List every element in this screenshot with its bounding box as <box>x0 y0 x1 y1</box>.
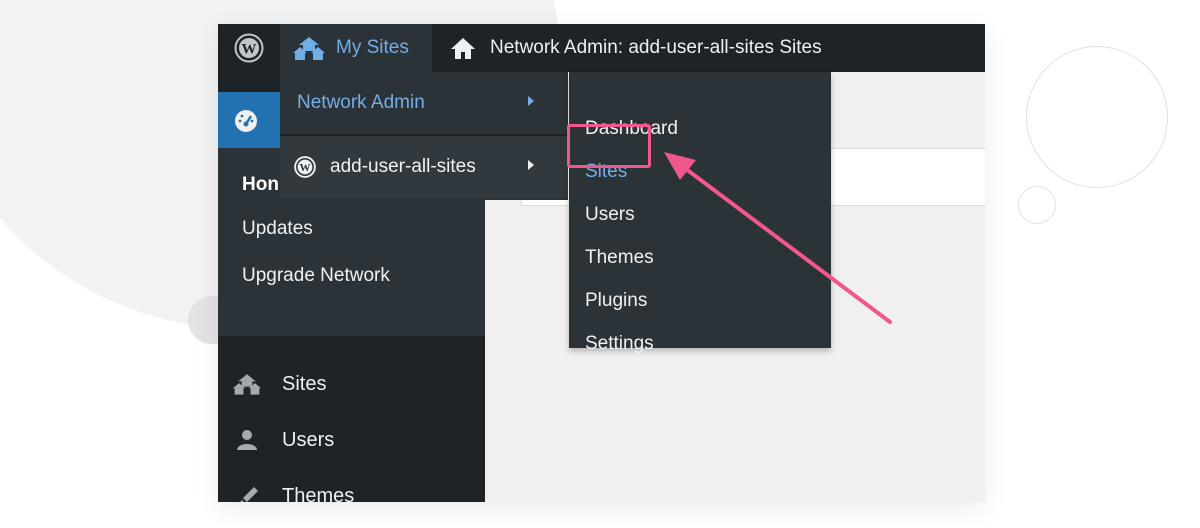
svg-text:W: W <box>242 42 257 58</box>
menu-item-label: Network Admin <box>297 92 425 113</box>
my-sites-dropdown: Network Admin W add-user-all-sites <box>280 72 568 200</box>
submenu-item-settings[interactable]: Settings <box>585 333 654 355</box>
wordpress-logo-icon: W <box>234 33 264 63</box>
svg-text:W: W <box>300 162 311 174</box>
sidebar-item-label: Sites <box>282 372 327 395</box>
menu-item-label: add-user-all-sites <box>330 156 476 177</box>
paintbrush-icon <box>232 481 262 502</box>
menu-item-network-admin[interactable]: Network Admin <box>280 72 568 134</box>
dashboard-gauge-icon <box>235 110 257 132</box>
submenu-item-plugins[interactable]: Plugins <box>585 290 647 312</box>
submenu-arrow-icon <box>528 96 534 106</box>
my-sites-label: My Sites <box>336 37 409 58</box>
network-admin-submenu: Dashboard Sites Users Themes Plugins Set… <box>569 72 831 354</box>
submenu-arrow-icon <box>528 160 534 170</box>
sidebar-item-themes[interactable]: Themes <box>218 474 485 502</box>
user-icon <box>232 425 262 455</box>
sites-highlight-box <box>567 124 651 168</box>
decorative-ring-small <box>1018 186 1056 224</box>
sidebar-item-label: Themes <box>282 484 355 503</box>
wp-logo-button[interactable]: W <box>218 24 280 72</box>
sidebar-item-home[interactable]: Hon <box>242 174 279 196</box>
submenu-item-users[interactable]: Users <box>585 204 635 226</box>
admin-bar: W My Sites Network Admin: add-user-all-s… <box>218 24 985 72</box>
sidebar-item-users[interactable]: Users <box>218 418 485 462</box>
submenu-item-themes[interactable]: Themes <box>585 247 654 269</box>
multisite-houses-icon <box>232 369 262 399</box>
wordpress-logo-icon: W <box>294 156 316 178</box>
wordpress-admin-screenshot: W My Sites Network Admin: add-user-all-s… <box>218 24 985 502</box>
sidebar-item-label: Users <box>282 428 335 451</box>
menu-item-add-user-all-sites[interactable]: W add-user-all-sites <box>280 136 568 198</box>
sidebar-item-updates[interactable]: Updates <box>242 218 313 240</box>
multisite-houses-icon <box>293 37 325 60</box>
network-admin-button[interactable]: Network Admin: add-user-all-sites Sites <box>432 24 822 72</box>
home-icon <box>451 38 475 59</box>
sidebar-item-sites[interactable]: Sites <box>218 362 485 406</box>
decorative-ring-large <box>1026 46 1168 188</box>
my-sites-menu-button[interactable]: My Sites <box>280 24 432 72</box>
sidebar-item-upgrade-network[interactable]: Upgrade Network <box>242 265 390 287</box>
network-admin-label: Network Admin: add-user-all-sites Sites <box>490 37 822 58</box>
